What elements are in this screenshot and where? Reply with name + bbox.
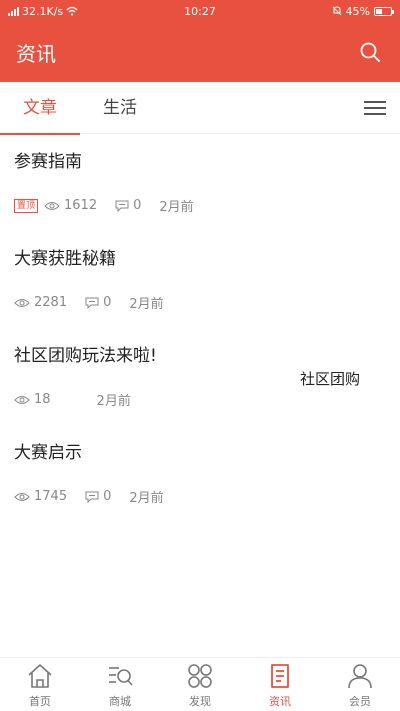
eye-icon [14,492,30,501]
article-meta: 18 2月前 [14,390,131,409]
nav-label: 资讯 [269,694,291,708]
article-title: 大赛获胜秘籍 [14,249,116,269]
post-time: 2月前 [129,491,164,506]
pinned-badge: 置顶 [14,198,39,213]
page-title: 资讯 [16,41,56,66]
status-time: 10:27 [184,4,216,18]
nav-label: 发现 [189,694,211,708]
status-left: 32.1K/s [8,5,148,18]
comments-group: 0 [85,489,111,504]
nav-label: 首页 [29,694,51,708]
post-time: 2月前 [129,297,164,312]
views-group: 1612 [44,198,97,213]
article-list: 参赛指南 置顶 1612 0 2月前 大赛获胜秘籍 2281 0 2月前 社区团… [0,134,400,522]
comment-count: 0 [133,198,142,213]
comment-count: 0 [103,295,112,310]
wifi-icon [66,6,78,16]
nav-label: 会员 [349,694,371,708]
view-count: 18 [34,392,51,407]
tab-life[interactable]: 生活 [80,82,160,134]
article-title: 参赛指南 [14,152,82,172]
list-item[interactable]: 大赛获胜秘籍 2281 0 2月前 [0,231,400,328]
nav-news[interactable]: 资讯 [240,658,320,711]
post-time: 2月前 [159,200,194,215]
nav-member[interactable]: 会员 [320,658,400,711]
article-meta: 2281 0 2月前 [14,293,164,312]
comment-icon [115,200,129,212]
alarm-muted-icon [332,6,341,16]
views-group: 2281 [14,295,67,310]
article-title: 大赛启示 [14,443,82,463]
search-button[interactable] [356,38,384,66]
network-speed: 32.1K/s [22,4,64,18]
post-time: 2月前 [96,394,131,409]
discover-icon [185,661,215,691]
nav-shop[interactable]: 商城 [80,658,160,711]
category-tabs: 文章 生活 [0,82,400,135]
user-icon [345,661,375,691]
eye-icon [14,395,30,404]
article-meta: 置顶 1612 0 2月前 [14,196,194,215]
views-group: 1745 [14,489,67,504]
comments-group: 0 [115,198,141,213]
search-icon [360,42,380,62]
comment-icon [85,491,99,503]
view-count: 1745 [34,489,68,504]
group-buy-label[interactable]: 社区团购 [300,368,360,389]
comment-icon [85,297,99,309]
status-right: 45% [252,4,394,18]
list-item[interactable]: 大赛启示 1745 0 2月前 [0,425,400,522]
comment-count: 0 [103,489,112,504]
comments-group: 0 [85,295,111,310]
nav-home[interactable]: 首页 [0,658,80,711]
nav-label: 商城 [109,694,131,708]
battery-percent: 45% [345,4,370,18]
views-group: 18 [14,392,51,407]
news-icon [265,661,295,691]
bottom-nav: 首页 商城 发现 资讯 会员 [0,657,400,711]
view-count: 2281 [34,295,68,310]
eye-icon [44,201,60,210]
home-icon [25,661,55,691]
tab-articles[interactable]: 文章 [0,82,80,135]
shop-search-icon [105,661,135,691]
signal-icon [8,6,19,16]
view-count: 1612 [64,198,98,213]
status-bar: 32.1K/s 10:27 45% [0,0,400,22]
battery-icon [374,6,394,16]
app-bar: 资讯 [0,22,400,82]
eye-icon [14,298,30,307]
nav-discover[interactable]: 发现 [160,658,240,711]
menu-icon[interactable] [364,97,386,119]
list-item[interactable]: 参赛指南 置顶 1612 0 2月前 [0,134,400,231]
article-meta: 1745 0 2月前 [14,487,164,506]
